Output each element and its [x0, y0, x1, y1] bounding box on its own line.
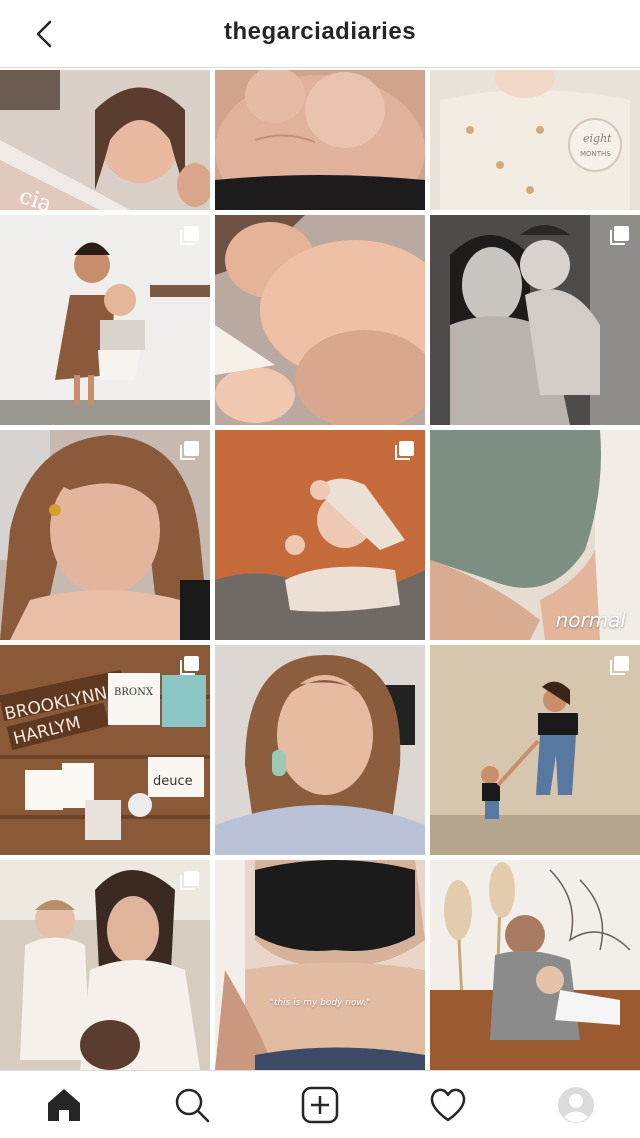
post-tile-5[interactable] [215, 215, 425, 425]
post-tile-12[interactable] [430, 645, 640, 855]
post-image [430, 860, 640, 1070]
post-tile-14[interactable]: "this is my body now." [215, 860, 425, 1070]
post-tile-10[interactable]: BROOKLYNN HARLYM BRONX deuce [0, 645, 210, 855]
post-image [215, 215, 425, 425]
tab-new-post[interactable] [296, 1081, 344, 1129]
multiple-photos-icon [180, 871, 199, 890]
post-tile-3[interactable]: eight MONTHS [430, 70, 640, 210]
page-title: thegarciadiaries [223, 18, 417, 45]
post-tile-1[interactable]: cia [0, 70, 210, 210]
post-tile-2[interactable] [215, 70, 425, 210]
post-image [215, 860, 425, 1070]
post-tile-4[interactable] [0, 215, 210, 425]
post-image [215, 70, 425, 210]
multiple-photos-icon [395, 441, 414, 460]
multiple-photos-icon [180, 226, 199, 245]
bottom-tab-bar [0, 1070, 640, 1138]
post-caption-overlay: normal [555, 608, 626, 632]
tab-home[interactable] [40, 1081, 88, 1129]
post-tile-7[interactable] [0, 430, 210, 640]
tab-profile[interactable] [552, 1081, 600, 1129]
post-image [215, 645, 425, 855]
profile-icon [558, 1087, 594, 1123]
search-icon [175, 1088, 210, 1123]
svg-text:BRONX: BRONX [114, 687, 154, 698]
tab-search[interactable] [168, 1081, 216, 1129]
svg-text:deuce: deuce [153, 774, 193, 789]
post-tile-15[interactable] [430, 860, 640, 1070]
post-tile-13[interactable] [0, 860, 210, 1070]
multiple-photos-icon [180, 441, 199, 460]
post-tile-8[interactable] [215, 430, 425, 640]
post-tile-6[interactable] [430, 215, 640, 425]
svg-text:eight: eight [583, 132, 612, 145]
svg-text:MONTHS: MONTHS [580, 150, 611, 158]
home-icon [48, 1089, 80, 1121]
new-post-icon [301, 1086, 339, 1124]
post-caption-overlay: "this is my body now." [269, 998, 371, 1008]
multiple-photos-icon [610, 656, 629, 675]
post-image: eight MONTHS [430, 70, 640, 210]
post-tile-11[interactable] [215, 645, 425, 855]
multiple-photos-icon [610, 226, 629, 245]
multiple-photos-icon [180, 656, 199, 675]
post-image: cia [0, 70, 210, 210]
tab-activity[interactable] [424, 1081, 472, 1129]
heart-icon [430, 1088, 466, 1122]
post-tile-9[interactable]: normal [430, 430, 640, 640]
profile-header: thegarciadiaries [0, 0, 640, 68]
